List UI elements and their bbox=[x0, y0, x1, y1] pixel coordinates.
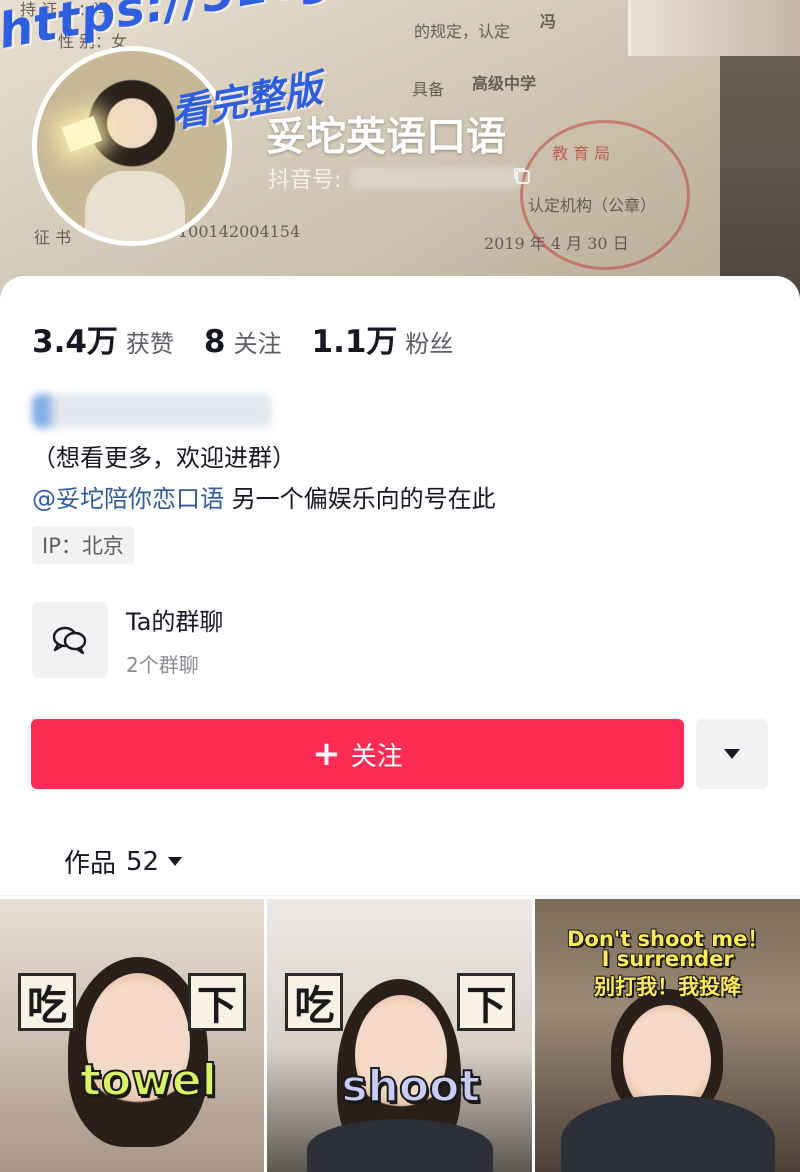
video-thumbnail[interactable]: Don't shoot me！ I surrender 别打我！我投降 bbox=[534, 899, 800, 1172]
bio-text: 另一个偏娱乐向的号在此 bbox=[224, 485, 496, 513]
thumbnail-figure-shirt bbox=[307, 1119, 494, 1172]
header-dark-strip bbox=[720, 56, 800, 300]
video-thumbnail[interactable]: 吃 下 shoot bbox=[267, 899, 532, 1172]
group-chat-entry[interactable]: Ta的群聊 2个群聊 bbox=[32, 602, 223, 678]
plus-icon: + bbox=[312, 734, 341, 774]
bio-line: （想看更多，欢迎进群） bbox=[32, 444, 296, 472]
video-grid: 吃 下 towel 吃 下 shoot Don't shoot me！ I su… bbox=[0, 899, 800, 1172]
thumbnail-char-left: 吃 bbox=[285, 973, 344, 1031]
thumbnail-figure-shirt bbox=[560, 1095, 775, 1172]
follow-button-label: 关注 bbox=[350, 741, 403, 772]
doc-text: 冯 bbox=[540, 12, 557, 31]
header-photo-corner bbox=[628, 0, 800, 56]
bio-redacted-line bbox=[32, 394, 272, 428]
thumbnail-char-right: 下 bbox=[188, 973, 246, 1031]
tab-works-count: 52 bbox=[126, 846, 160, 877]
stat-label: 获赞 bbox=[125, 330, 174, 358]
avatar-lamp bbox=[61, 115, 103, 153]
stat-number: 3.4万 bbox=[32, 324, 118, 360]
caret-down-icon bbox=[168, 857, 183, 866]
thumbnail-char-right: 下 bbox=[457, 973, 516, 1031]
stat-likes[interactable]: 3.4万 获赞 bbox=[32, 316, 174, 361]
douyin-id-redacted bbox=[351, 167, 522, 189]
ip-location-tag: IP：北京 bbox=[32, 526, 134, 564]
tab-works-label: 作品 bbox=[64, 849, 117, 879]
doc-text: 征 书 bbox=[34, 228, 72, 247]
stat-following[interactable]: 8 关注 bbox=[204, 324, 282, 360]
avatar-figure bbox=[85, 171, 185, 241]
tab-works[interactable]: 作品 52 bbox=[64, 843, 183, 880]
follow-button[interactable]: + 关注 bbox=[31, 719, 684, 789]
copy-icon[interactable] bbox=[512, 166, 532, 186]
stat-followers[interactable]: 1.1万 粉丝 bbox=[312, 316, 454, 361]
thumbnail-caption-zh: 别打我！我投降 bbox=[594, 975, 742, 999]
triangle-down-icon bbox=[724, 749, 740, 759]
group-chat-title: Ta的群聊 bbox=[126, 608, 224, 636]
group-chat-subtitle: 2个群聊 bbox=[126, 653, 199, 677]
video-thumbnail[interactable]: 吃 下 towel bbox=[0, 899, 265, 1172]
douyin-id-label: 抖音号: bbox=[268, 168, 342, 193]
avatar[interactable] bbox=[32, 46, 232, 246]
thumbnail-caption-en-2: I surrender bbox=[601, 947, 734, 971]
stat-number: 8 bbox=[203, 324, 226, 360]
group-chat-text: Ta的群聊 2个群聊 bbox=[126, 602, 223, 678]
doc-text: 的规定，认定 bbox=[414, 22, 511, 41]
chat-bubbles-icon bbox=[52, 626, 87, 655]
thumbnail-word: shoot bbox=[340, 1060, 481, 1113]
divider bbox=[0, 895, 800, 896]
doc-text: 高级中学 bbox=[472, 74, 537, 93]
doc-text: 具备 bbox=[412, 80, 445, 99]
stats-row: 3.4万 获赞 8 关注 1.1万 粉丝 bbox=[32, 316, 483, 361]
thumbnail-word: towel bbox=[79, 1054, 218, 1107]
group-chat-icon-box bbox=[32, 602, 108, 678]
bio-line: @妥坨陪你恋口语 另一个偏娱乐向的号在此 bbox=[32, 479, 496, 514]
stat-label: 关注 bbox=[233, 330, 282, 358]
doc-text: 100142004154 bbox=[178, 222, 301, 241]
official-stamp bbox=[520, 120, 690, 270]
douyin-id: 抖音号: bbox=[268, 162, 522, 194]
bio-mention-link[interactable]: @妥坨陪你恋口语 bbox=[32, 485, 224, 513]
stat-number: 1.1万 bbox=[311, 324, 398, 360]
thumbnail-char-left: 吃 bbox=[18, 973, 76, 1031]
more-options-button[interactable] bbox=[696, 719, 768, 789]
stat-label: 粉丝 bbox=[405, 330, 454, 358]
